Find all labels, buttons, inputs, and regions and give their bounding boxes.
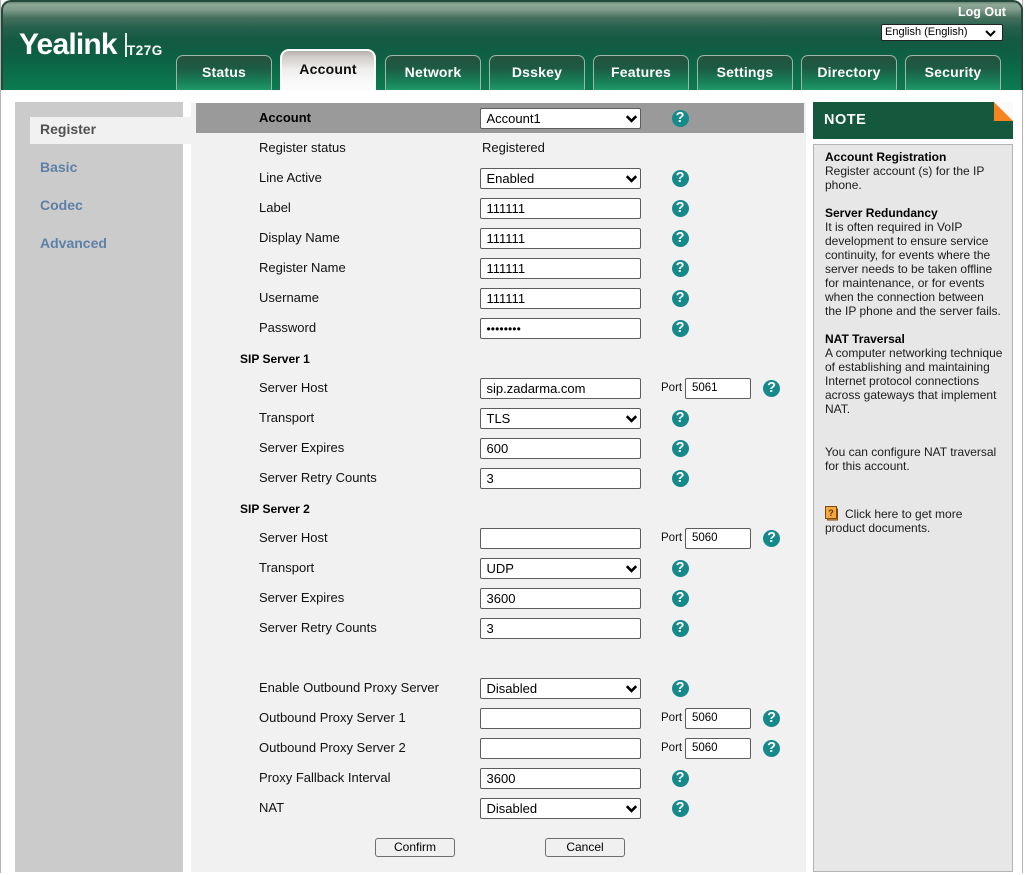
svg-text:?: ? [828,508,834,518]
